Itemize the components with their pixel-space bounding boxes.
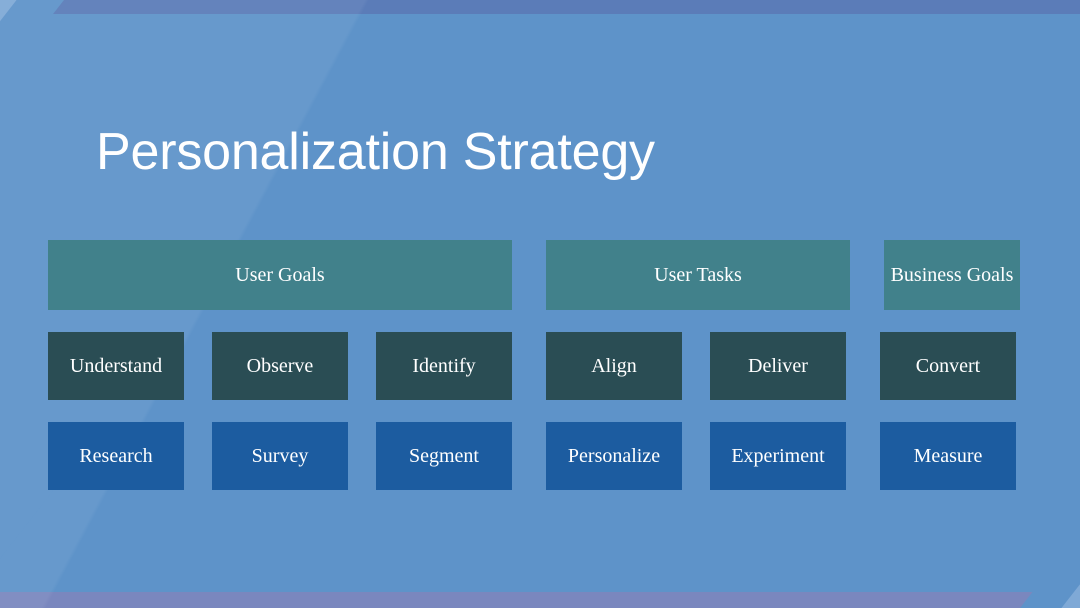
column-gap <box>184 332 212 400</box>
column-gap <box>348 422 376 490</box>
bottom-cell-measure[interactable]: Measure <box>880 422 1016 490</box>
slide-canvas: Personalization Strategy User Goals User… <box>0 0 1080 608</box>
middle-cell-understand[interactable]: Understand <box>48 332 184 400</box>
column-gap <box>682 332 710 400</box>
column-gap <box>850 240 884 310</box>
bottom-cell-segment[interactable]: Segment <box>376 422 512 490</box>
header-cell-user-goals[interactable]: User Goals <box>48 240 512 310</box>
bottom-cell-research[interactable]: Research <box>48 422 184 490</box>
column-gap <box>846 422 880 490</box>
middle-cell-deliver[interactable]: Deliver <box>710 332 846 400</box>
bottom-cell-survey[interactable]: Survey <box>212 422 348 490</box>
column-gap <box>512 332 546 400</box>
middle-cell-convert[interactable]: Convert <box>880 332 1016 400</box>
column-gap <box>846 332 880 400</box>
column-gap <box>512 422 546 490</box>
matrix-middle-row: Understand Observe Identify Align Delive… <box>48 332 1022 400</box>
header-cell-business-goals[interactable]: Business Goals <box>884 240 1020 310</box>
header-cell-user-tasks[interactable]: User Tasks <box>546 240 850 310</box>
strategy-matrix: User Goals User Tasks Business Goals Und… <box>48 240 1022 490</box>
middle-cell-align[interactable]: Align <box>546 332 682 400</box>
column-gap <box>348 332 376 400</box>
column-gap <box>184 422 212 490</box>
matrix-bottom-row: Research Survey Segment Personalize Expe… <box>48 422 1022 490</box>
slide-content: Personalization Strategy User Goals User… <box>0 0 1080 608</box>
column-gap <box>512 240 546 310</box>
middle-cell-observe[interactable]: Observe <box>212 332 348 400</box>
bottom-cell-experiment[interactable]: Experiment <box>710 422 846 490</box>
bottom-cell-personalize[interactable]: Personalize <box>546 422 682 490</box>
matrix-header-row: User Goals User Tasks Business Goals <box>48 240 1022 310</box>
column-gap <box>682 422 710 490</box>
page-title: Personalization Strategy <box>96 123 655 181</box>
middle-cell-identify[interactable]: Identify <box>376 332 512 400</box>
